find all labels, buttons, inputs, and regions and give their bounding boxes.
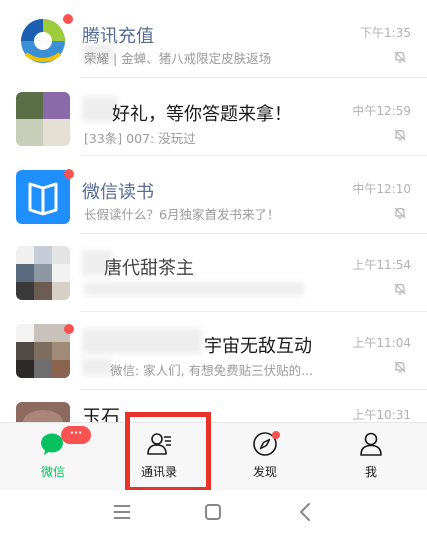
- chat-time: 上午10:31: [352, 408, 411, 422]
- mute-bell-icon: [394, 283, 406, 295]
- tab-label: 我: [364, 465, 377, 479]
- bottom-tab-bar: ··· 微信 通讯录 发现 我: [0, 422, 427, 490]
- avatar: [16, 14, 70, 68]
- mute-bell-icon: [394, 129, 406, 141]
- unread-dot: [64, 169, 74, 179]
- chat-item-group-quiz[interactable]: 好礼，等你答题来拿！ [33条] 007: 没玩过 中午12:59: [0, 78, 427, 156]
- chat-title: 玉石: [82, 406, 121, 422]
- unread-badge: ···: [61, 426, 91, 444]
- back-icon[interactable]: [294, 500, 318, 524]
- chat-item-group-4[interactable]: 宇宙无敌互动 微信: 家人们, 有想免费贴三伏贴的... 上午11:04: [0, 312, 427, 390]
- chat-item-jade[interactable]: 玉石 上午10:31: [0, 390, 427, 422]
- chat-title: 唐代甜茶主: [104, 258, 194, 279]
- chat-list: 腾讯充值 荣耀 | 金蝉、猪八戒限定皮肤返场 下午1:35 好礼，等你答题来拿！…: [0, 0, 427, 422]
- chat-time: 上午11:04: [352, 336, 411, 350]
- chat-title: 微信读书: [82, 182, 154, 203]
- chat-time: 下午1:35: [360, 26, 411, 40]
- avatar: [16, 246, 70, 300]
- home-icon[interactable]: [201, 500, 225, 524]
- avatar: [16, 324, 70, 378]
- system-nav-bar: [0, 490, 427, 534]
- blurred-region: [84, 282, 304, 296]
- chat-preview: 长假读什么？6月独家首发书来了！: [84, 207, 280, 222]
- chat-item-group-3[interactable]: 唐代甜茶主 上午11:54: [0, 234, 427, 312]
- mute-bell-icon: [394, 207, 406, 219]
- menu-icon[interactable]: [110, 500, 134, 524]
- chat-time: 上午11:54: [352, 258, 411, 272]
- chat-time: 中午12:10: [352, 182, 411, 196]
- unread-dot: [64, 324, 74, 334]
- avatar: [16, 170, 70, 224]
- person-icon: [360, 432, 382, 456]
- chat-title: 好礼，等你答题来拿！: [112, 104, 292, 125]
- chat-preview: [33条] 007: 没玩过: [84, 131, 196, 146]
- wechat-screen: 腾讯充值 荣耀 | 金蝉、猪八戒限定皮肤返场 下午1:35 好礼，等你答题来拿！…: [0, 0, 427, 534]
- tab-label: 通讯录: [140, 465, 177, 479]
- chat-item-tencent-recharge[interactable]: 腾讯充值 荣耀 | 金蝉、猪八戒限定皮肤返场 下午1:35: [0, 0, 427, 78]
- tab-label: 微信: [40, 465, 65, 479]
- tab-label: 发现: [252, 465, 277, 479]
- contacts-icon: [147, 433, 171, 455]
- chat-title: 宇宙无敌互动: [204, 336, 312, 357]
- mute-bell-icon: [394, 51, 406, 63]
- tab-contacts[interactable]: 通讯录: [106, 423, 212, 491]
- mute-bell-icon: [394, 361, 406, 373]
- tab-me[interactable]: 我: [318, 423, 424, 491]
- avatar: [16, 402, 70, 422]
- avatar: [16, 92, 70, 146]
- tab-chats[interactable]: ··· 微信: [0, 423, 106, 491]
- blurred-region: [82, 358, 112, 376]
- chat-item-wechat-read[interactable]: 微信读书 长假读什么？6月独家首发书来了！ 中午12:10: [0, 156, 427, 234]
- discover-dot: [272, 431, 280, 439]
- chat-time: 中午12:59: [352, 104, 411, 118]
- chat-preview: 荣耀 | 金蝉、猪八戒限定皮肤返场: [84, 51, 272, 66]
- unread-dot: [63, 14, 73, 24]
- chat-preview: 微信: 家人们, 有想免费贴三伏贴的...: [110, 363, 314, 378]
- tab-discover[interactable]: 发现: [212, 423, 318, 491]
- blurred-region: [82, 328, 202, 354]
